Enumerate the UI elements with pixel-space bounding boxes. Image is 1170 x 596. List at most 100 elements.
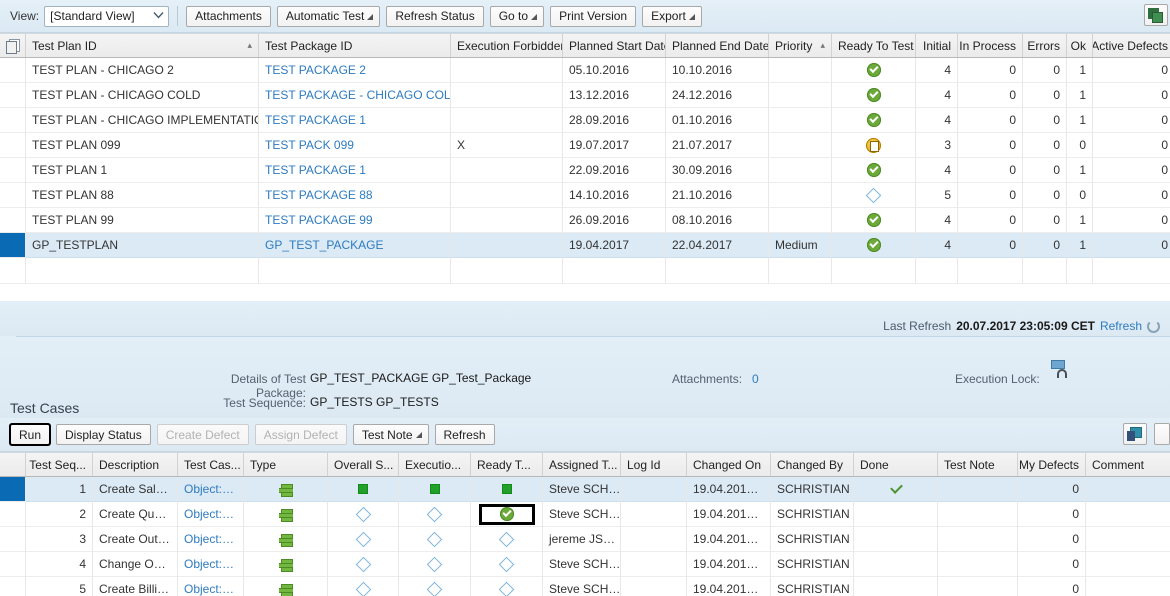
test-cases-overflow-button[interactable] [1154, 423, 1170, 445]
test-package-id-cell[interactable]: TEST PACKAGE 2 [259, 58, 451, 83]
toolbar-refresh-status-button[interactable]: Refresh Status [386, 6, 483, 27]
cases-refresh-button[interactable]: Refresh [435, 424, 495, 445]
test-cases-table-row[interactable]: 5Create Billi…Object:…Steve SCH…19.04.20… [0, 577, 1170, 596]
toolbar-attachments-button[interactable]: Attachments [186, 6, 271, 27]
test-package-id-cell[interactable]: TEST PACKAGE - CHICAGO COLD [259, 83, 451, 108]
refresh-circular-arrow-icon[interactable] [1147, 320, 1160, 333]
test-package-id-cell[interactable]: TEST PACK 099 [259, 133, 451, 158]
test-case-cell[interactable]: Object:… [178, 502, 244, 527]
test-cases-select-all-header[interactable] [0, 453, 26, 476]
test-case-cell[interactable]: Object:… [178, 477, 244, 502]
cases-run-button[interactable]: Run [10, 424, 50, 445]
test-cases-table-row[interactable]: 2Create Qu…Object:…Steve SCH…19.04.201…S… [0, 502, 1170, 527]
ready-to-test-cell[interactable] [471, 502, 543, 527]
test-plans-column-header[interactable]: Priority▴ [769, 34, 832, 57]
cell-text: Object:… [184, 582, 234, 596]
test-case-cell[interactable]: Object:… [178, 577, 244, 596]
view-select[interactable]: [Standard View] [44, 6, 169, 27]
test-plans-column-header[interactable]: Ok [1067, 34, 1093, 57]
test-cases-column-header[interactable]: Comment [1086, 453, 1170, 476]
cell-text: Object:… [184, 507, 234, 521]
test-cases-column-header[interactable]: Type [244, 453, 328, 476]
test-plans-table-row[interactable]: TEST PLAN - CHICAGO 2TEST PACKAGE 205.10… [0, 58, 1170, 83]
test-sequence-cell: 4 [26, 552, 93, 577]
test-plans-column-header[interactable]: Initial [916, 34, 958, 57]
test-plans-column-header[interactable]: In Process [958, 34, 1023, 57]
test-case-cell[interactable]: Object:… [178, 552, 244, 577]
test-cases-column-header[interactable]: Test Seq... [26, 453, 93, 476]
toolbar-export-button[interactable]: Export [642, 6, 702, 27]
test-package-id-cell[interactable]: TEST PACKAGE 1 [259, 158, 451, 183]
test-plans-column-header[interactable]: Execution Forbidden [451, 34, 563, 57]
row-selector[interactable] [0, 552, 26, 577]
test-cases-body: 1Create Sal…Object:…Steve SCH…19.04.201…… [0, 477, 1170, 596]
test-case-cell[interactable]: Object:… [178, 527, 244, 552]
toolbar-automatic-test-button[interactable]: Automatic Test [277, 6, 380, 27]
test-cases-column-header[interactable]: Executio... [399, 453, 471, 476]
column-header-label: Initial [923, 39, 951, 53]
test-cases-export-button[interactable] [1123, 423, 1147, 445]
test-plans-table-row[interactable]: GP_TESTPLANGP_TEST_PACKAGE19.04.201722.0… [0, 233, 1170, 258]
test-plans-column-header[interactable]: Ready To Test [832, 34, 916, 57]
ready-to-test-cell[interactable] [471, 527, 543, 552]
test-cases-column-header[interactable]: Overall S... [328, 453, 399, 476]
test-plans-column-header[interactable]: Test Package ID [259, 34, 451, 57]
test-package-id-cell[interactable]: TEST PACKAGE 1 [259, 108, 451, 133]
ready-to-test-cell[interactable] [471, 552, 543, 577]
row-selector[interactable] [0, 477, 26, 502]
errors-cell: 0 [1023, 183, 1067, 208]
refresh-link[interactable]: Refresh [1100, 319, 1142, 333]
cases-test-note-button[interactable]: Test Note [353, 424, 429, 445]
test-package-id-cell[interactable]: GP_TEST_PACKAGE [259, 233, 451, 258]
test-plans-table-row[interactable]: TEST PLAN 88TEST PACKAGE 8814.10.201621.… [0, 183, 1170, 208]
test-cases-column-header[interactable]: My Defects [1018, 453, 1086, 476]
test-cases-table: Test Seq...DescriptionTest Cas...TypeOve… [0, 452, 1170, 596]
row-selector[interactable] [0, 108, 26, 133]
test-package-id-cell[interactable]: TEST PACKAGE 99 [259, 208, 451, 233]
ready-to-test-cell[interactable] [471, 477, 543, 502]
test-plans-table-row[interactable]: TEST PLAN - CHICAGO COLDTEST PACKAGE - C… [0, 83, 1170, 108]
row-selector[interactable] [0, 527, 26, 552]
cell-text: 05.10.2016 [569, 63, 629, 77]
test-plans-column-header[interactable]: Planned End Date [666, 34, 769, 57]
test-cases-table-row[interactable]: 3Create Out…Object:…jereme JS…19.04.201…… [0, 527, 1170, 552]
test-cases-column-header[interactable]: Description [93, 453, 178, 476]
test-plans-column-header[interactable]: Active Defects [1093, 34, 1170, 57]
row-selector[interactable] [0, 233, 26, 258]
cell-text: jereme JS… [549, 532, 615, 546]
ready-to-test-cell[interactable] [471, 577, 543, 596]
test-plans-table-row[interactable]: TEST PLAN - CHICAGO IMPLEMENTATIONTEST P… [0, 108, 1170, 133]
test-plans-column-header[interactable]: Errors [1023, 34, 1067, 57]
test-cases-column-header[interactable]: Log Id [621, 453, 687, 476]
row-selector[interactable] [0, 83, 26, 108]
test-cases-column-header[interactable]: Test Cas... [178, 453, 244, 476]
select-all-column-header[interactable] [0, 34, 26, 57]
export-excel-button[interactable] [1144, 4, 1168, 26]
toolbar-go-to-button[interactable]: Go to [490, 6, 544, 27]
row-selector[interactable] [0, 502, 26, 527]
cases-display-status-button[interactable]: Display Status [56, 424, 151, 445]
row-selector[interactable] [0, 208, 26, 233]
test-cases-column-header[interactable]: Assigned T... [543, 453, 621, 476]
test-cases-table-row[interactable]: 4Change O…Object:…Steve SCH…19.04.201…SC… [0, 552, 1170, 577]
row-selector[interactable] [0, 183, 26, 208]
test-package-id-cell[interactable]: TEST PACKAGE 88 [259, 183, 451, 208]
focused-status-cell[interactable] [479, 504, 535, 525]
row-selector[interactable] [0, 58, 26, 83]
test-cases-column-header[interactable]: Changed By [771, 453, 854, 476]
test-plans-table-row[interactable]: TEST PLAN 1TEST PACKAGE 122.09.201630.09… [0, 158, 1170, 183]
test-cases-column-header[interactable]: Changed On [687, 453, 771, 476]
test-plans-column-header[interactable]: Test Plan ID▴ [26, 34, 259, 57]
test-plans-table-row[interactable]: TEST PLAN 099TEST PACK 099X19.07.201721.… [0, 133, 1170, 158]
row-selector[interactable] [0, 577, 26, 596]
test-cases-column-header[interactable]: Done [854, 453, 938, 476]
test-cases-column-header[interactable]: Test Note [938, 453, 1018, 476]
test-cases-column-header[interactable]: Ready T... [471, 453, 543, 476]
attachments-value[interactable]: 0 [752, 372, 759, 386]
row-selector[interactable] [0, 158, 26, 183]
row-selector[interactable] [0, 133, 26, 158]
test-cases-table-row[interactable]: 1Create Sal…Object:…Steve SCH…19.04.201…… [0, 477, 1170, 502]
test-plans-column-header[interactable]: Planned Start Date [563, 34, 666, 57]
toolbar-print-version-button[interactable]: Print Version [550, 6, 636, 27]
test-plans-table-row[interactable]: TEST PLAN 99TEST PACKAGE 9926.09.201608.… [0, 208, 1170, 233]
